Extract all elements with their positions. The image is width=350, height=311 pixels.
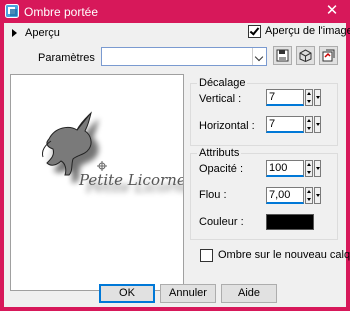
opacite-dropdown[interactable] (314, 160, 321, 177)
opacite-stepper[interactable] (305, 160, 313, 177)
preview-pane[interactable]: Petite Licorne Graphisme (10, 74, 274, 291)
preview-toggle-label: Aperçu (25, 27, 60, 39)
arrow-up-icon (307, 190, 311, 193)
aide-button[interactable]: Aide (221, 284, 277, 303)
flou-input[interactable]: 7,00 (266, 187, 304, 204)
window-title: Ombre portée (24, 5, 99, 19)
default-settings-icon (322, 49, 335, 62)
watermark-text: Petite Licorne Graphisme (78, 171, 183, 189)
checkmark-icon (249, 25, 260, 36)
preview-image: Petite Licorne Graphisme (42, 111, 274, 189)
close-icon[interactable]: ✕ (314, 0, 350, 23)
vertical-stepper[interactable] (305, 89, 313, 106)
arrow-up-icon (307, 119, 311, 122)
ombre-calque-checkbox[interactable] (200, 249, 213, 262)
reset-icon (299, 49, 312, 62)
apercu-image-checkbox[interactable] (248, 25, 261, 38)
annuler-button[interactable]: Annuler (160, 284, 216, 303)
arrow-up-icon (307, 92, 311, 95)
params-label: Paramètres (38, 52, 95, 64)
flou-dropdown[interactable] (314, 187, 321, 204)
flou-stepper[interactable] (305, 187, 313, 204)
vertical-spinner[interactable]: 7 (266, 89, 321, 106)
flou-spinner[interactable]: 7,00 (266, 187, 321, 204)
app-icon (5, 4, 19, 18)
crosshair-cursor-icon (97, 161, 107, 171)
opacite-spinner[interactable]: 100 (266, 160, 321, 177)
chevron-down-icon[interactable] (252, 48, 266, 65)
horizontal-label: Horizontal : (199, 120, 255, 132)
opacite-input[interactable]: 100 (266, 160, 304, 177)
expand-arrow-icon (12, 29, 17, 37)
arrow-down-icon (307, 127, 311, 130)
apercu-image-label: Aperçu de l'image (265, 25, 350, 37)
dialog-client: Aperçu Aperçu de l'image Paramètres Peti… (4, 23, 350, 307)
couleur-swatch[interactable] (266, 214, 314, 230)
default-settings-button[interactable] (319, 46, 338, 65)
dialog-window: Ombre portée ✕ Aperçu Aperçu de l'image … (0, 0, 350, 311)
flou-label: Flou : (199, 189, 227, 201)
horizontal-dropdown[interactable] (314, 116, 321, 133)
arrow-up-icon (307, 163, 311, 166)
horizontal-spinner[interactable]: 7 (266, 116, 321, 133)
ok-button[interactable]: OK (99, 284, 155, 303)
vertical-label: Vertical : (199, 93, 242, 105)
arrow-down-icon (307, 171, 311, 174)
save-icon (276, 49, 289, 62)
vertical-dropdown[interactable] (314, 89, 321, 106)
decalage-title: Décalage (197, 77, 248, 89)
save-preset-button[interactable] (273, 46, 292, 65)
opacite-label: Opacité : (199, 163, 244, 175)
horizontal-input[interactable]: 7 (266, 116, 304, 133)
arrow-down-icon (307, 198, 311, 201)
title-bar[interactable]: Ombre portée ✕ (0, 0, 350, 23)
vertical-input[interactable]: 7 (266, 89, 304, 106)
couleur-label: Couleur : (199, 216, 244, 228)
params-combobox[interactable] (101, 47, 267, 66)
arrow-down-icon (307, 100, 311, 103)
attributs-title: Attributs (197, 147, 242, 159)
ombre-calque-label: Ombre sur le nouveau calque (218, 249, 350, 261)
reset-button[interactable] (296, 46, 315, 65)
horizontal-stepper[interactable] (305, 116, 313, 133)
